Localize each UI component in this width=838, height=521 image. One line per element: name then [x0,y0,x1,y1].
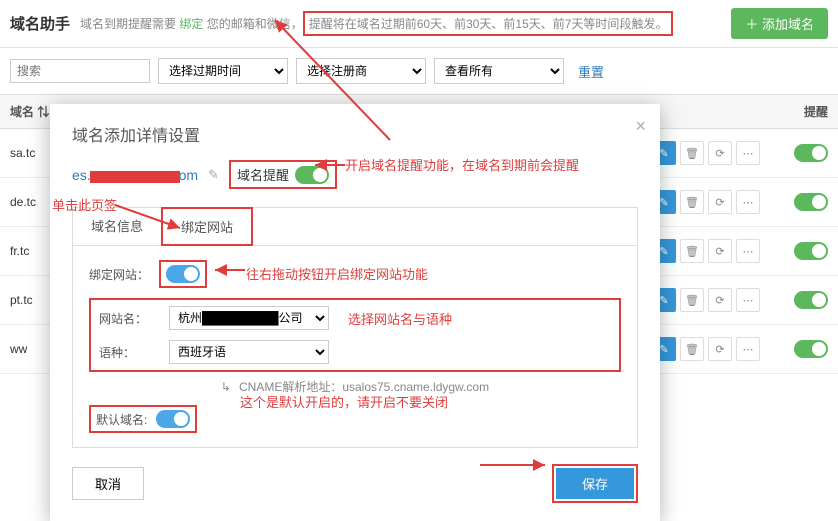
close-icon[interactable]: × [635,116,646,137]
save-button[interactable]: 保存 [556,468,634,499]
view-all-select[interactable]: 查看所有 [434,58,564,84]
site-name-row: 网站名： 杭州█████████公司 [99,306,611,330]
delete-icon[interactable]: 🗑 [680,190,704,214]
header-desc: 域名到期提醒需要 绑定 您的邮箱和微信，提醒将在域名过期前60天、前30天、前1… [80,11,673,36]
pencil-icon[interactable]: ✎ [208,167,219,183]
domain-prefix: es. [72,167,91,183]
arrow-icon: ↳ [221,380,231,394]
refresh-icon[interactable]: ⟳ [708,190,732,214]
more-icon[interactable]: ⋯ [736,337,760,361]
search-input[interactable] [10,59,150,83]
remind-toggle[interactable] [794,242,828,260]
panel-bind-site: 绑定网站： 网站名： 杭州█████████公司 语种： 西班牙语 ↳ CNAME… [72,245,638,448]
default-label: 默认域名: [96,411,156,428]
more-icon[interactable]: ⋯ [736,239,760,263]
remind-label: 域名提醒 [237,165,289,184]
desc-mid: 您的邮箱和微信， [203,17,302,31]
remind-toggle[interactable] [794,291,828,309]
remind-toggle[interactable] [794,144,828,162]
bind-toggle-box [159,260,207,288]
domain-settings-modal: × 域名添加详情设置 es.xxxxxxxxxxx.com ✎ 域名提醒 域名信… [50,104,660,521]
more-icon[interactable]: ⋯ [736,288,760,312]
site-name-select[interactable]: 杭州█████████公司 [169,306,329,330]
reset-link[interactable]: 重置 [578,62,604,81]
tabs: 域名信息 绑定网站 [72,207,638,245]
remind-box: 域名提醒 [229,160,337,189]
tab-domain-info[interactable]: 域名信息 [73,208,162,245]
site-name-label: 网站名： [99,310,169,327]
default-domain-row: 默认域名: [89,405,621,433]
remind-toggle[interactable] [794,193,828,211]
remind-toggle[interactable] [794,340,828,358]
more-icon[interactable]: ⋯ [736,141,760,165]
domain-name: es.xxxxxxxxxxx.com [72,167,198,183]
redaction [90,171,180,183]
refresh-icon[interactable]: ⟳ [708,288,732,312]
expire-select[interactable]: 选择过期时间 [158,58,288,84]
add-domain-button[interactable]: ＋ 添加域名 [731,8,828,39]
desc-prefix: 域名到期提醒需要 [80,17,179,31]
default-box: 默认域名: [89,405,197,433]
refresh-icon[interactable]: ⟳ [708,239,732,263]
registrar-select[interactable]: 选择注册商 [296,58,426,84]
save-box: 保存 [552,464,638,503]
app-title: 域名助手 [10,13,70,34]
default-toggle[interactable] [156,410,190,428]
delete-icon[interactable]: 🗑 [680,337,704,361]
header-highlight-box: 提醒将在域名过期前60天、前30天、前15天、前7天等时间段触发。 [303,11,674,36]
cname-text: CNAME解析地址：usalos75.cname.ldygw.com [239,380,489,394]
delete-icon[interactable]: 🗑 [680,239,704,263]
cancel-button[interactable]: 取消 [72,467,144,500]
delete-icon[interactable]: 🗑 [680,288,704,312]
bind-site-toggle[interactable] [166,265,200,283]
more-icon[interactable]: ⋯ [736,190,760,214]
bind-link[interactable]: 绑定 [179,17,203,31]
domain-row: es.xxxxxxxxxxx.com ✎ 域名提醒 [72,160,638,189]
refresh-icon[interactable]: ⟳ [708,337,732,361]
refresh-icon[interactable]: ⟳ [708,141,732,165]
bind-site-row: 绑定网站： [89,260,621,288]
filter-row: 选择过期时间 选择注册商 查看所有 重置 [0,48,838,94]
lang-row: 语种： 西班牙语 [99,340,611,364]
th-remind: 提醒 [778,103,828,120]
site-lang-box: 网站名： 杭州█████████公司 语种： 西班牙语 [89,298,621,372]
modal-footer: 取消 保存 [72,464,638,503]
cname-row: ↳ CNAME解析地址：usalos75.cname.ldygw.com [89,378,621,395]
lang-select[interactable]: 西班牙语 [169,340,329,364]
bind-site-label: 绑定网站： [89,266,159,283]
remind-toggle[interactable] [295,166,329,184]
tab-bind-site[interactable]: 绑定网站 [161,207,253,246]
modal-title: 域名添加详情设置 [72,122,638,146]
lang-label: 语种： [99,344,169,361]
header-bar: 域名助手 域名到期提醒需要 绑定 您的邮箱和微信，提醒将在域名过期前60天、前3… [0,0,838,48]
delete-icon[interactable]: 🗑 [680,141,704,165]
